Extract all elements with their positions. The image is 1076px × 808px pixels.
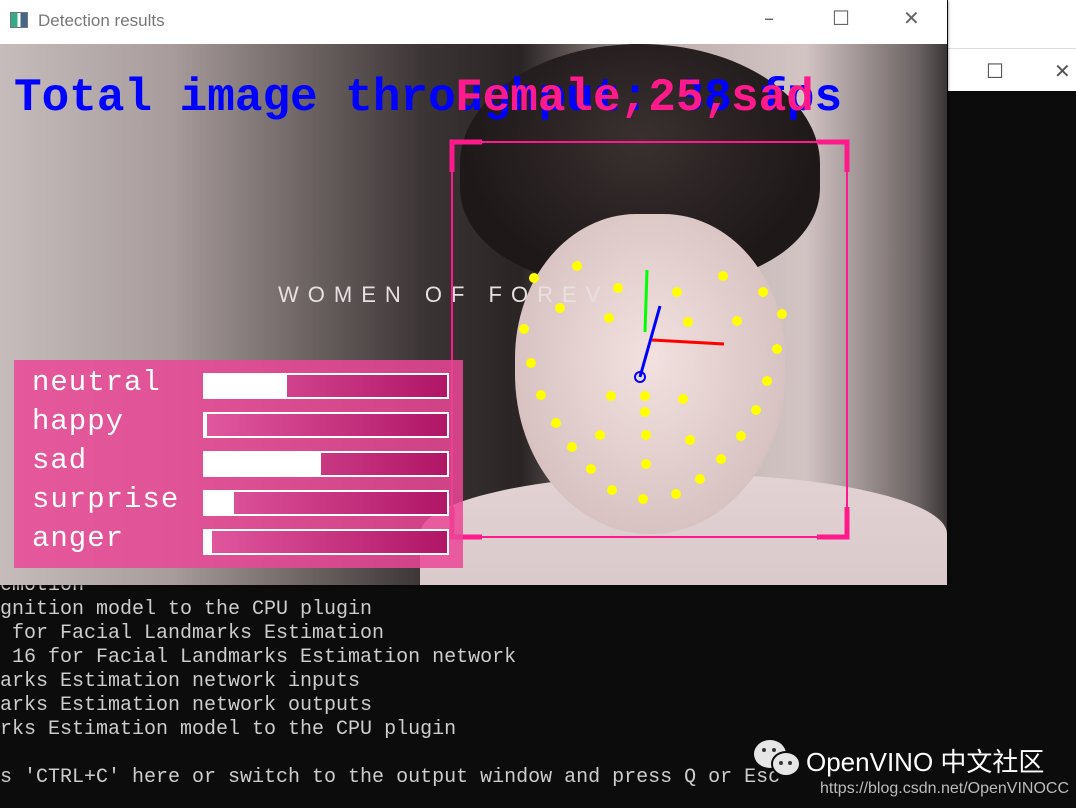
emotion-bar xyxy=(203,529,449,555)
minimize-button[interactable]: – xyxy=(764,6,774,30)
facial-landmark-point xyxy=(685,435,695,445)
emotion-label: surprise xyxy=(32,483,180,516)
console-line: for Facial Landmarks Estimation xyxy=(0,622,385,645)
facial-landmark-point xyxy=(732,316,742,326)
emotion-bar-fill xyxy=(205,414,208,436)
facial-landmark-point xyxy=(607,485,617,495)
facial-landmark-point xyxy=(536,390,546,400)
facial-landmark-point xyxy=(683,317,693,327)
console-line: arks Estimation network outputs xyxy=(0,694,373,717)
emotion-label: anger xyxy=(32,522,125,555)
head-pose-axis-x xyxy=(651,338,725,346)
emotion-bar xyxy=(203,490,449,516)
facial-landmark-point xyxy=(716,454,726,464)
facial-landmark-point xyxy=(604,313,614,323)
emotion-bar-fill xyxy=(205,375,288,397)
detection-results-window: Detection results – ☐ ✕ WOMEN OF FOREV T… xyxy=(0,0,947,585)
console-line: arks Estimation network inputs xyxy=(0,670,361,693)
video-frame: WOMEN OF FOREV Total image throughput: 3… xyxy=(0,44,947,585)
facial-landmark-point xyxy=(641,459,651,469)
watermark-name: OpenVINO 中文社区 xyxy=(806,747,1045,777)
facial-landmark-point xyxy=(572,261,582,271)
console-line: rks Estimation model to the CPU plugin xyxy=(0,718,457,741)
facial-landmark-point xyxy=(640,407,650,417)
emotion-bar-fill xyxy=(205,453,322,475)
facial-landmark-point xyxy=(758,287,768,297)
console-close-button[interactable]: ✕ xyxy=(1054,59,1071,83)
emotion-row-happy: happy xyxy=(32,403,462,442)
facial-landmark-point xyxy=(641,430,651,440)
facial-landmark-point xyxy=(606,391,616,401)
console-maximize-button[interactable]: ☐ xyxy=(986,59,1004,83)
watermark-url: https://blog.csdn.net/OpenVINOCC xyxy=(820,780,1070,797)
emotion-bar xyxy=(203,373,449,399)
face-box-corner xyxy=(817,507,850,540)
emotion-row-sad: sad xyxy=(32,442,462,481)
facial-landmark-point xyxy=(526,358,536,368)
emotion-row-surprise: surprise xyxy=(32,481,462,520)
facial-landmark-point xyxy=(736,431,746,441)
facial-landmark-point xyxy=(751,405,761,415)
facial-landmark-point xyxy=(638,494,648,504)
emotion-row-neutral: neutral xyxy=(32,364,462,403)
emotion-label: happy xyxy=(32,405,125,438)
watermark: OpenVINO 中文社区 https://blog.csdn.net/Open… xyxy=(752,738,1069,797)
facial-landmark-point xyxy=(613,283,623,293)
facial-landmark-point xyxy=(671,489,681,499)
emotion-bar-fill xyxy=(205,531,213,553)
emotion-bar xyxy=(203,451,449,477)
facial-landmark-point xyxy=(567,442,577,452)
app-icon xyxy=(10,12,28,28)
facial-landmark-point xyxy=(551,418,561,428)
console-titlebar xyxy=(948,0,1076,48)
facial-landmark-point xyxy=(555,303,565,313)
facial-landmark-point xyxy=(586,464,596,474)
face-box-corner xyxy=(817,139,850,172)
emotion-bar xyxy=(203,412,449,438)
close-button[interactable]: ✕ xyxy=(903,6,920,30)
emotion-panel: neutral happy sad surprise anger xyxy=(14,360,463,568)
facial-landmark-point xyxy=(529,273,539,283)
wechat-icon xyxy=(754,740,801,777)
maximize-button[interactable]: ☐ xyxy=(832,6,850,30)
facial-landmark-point xyxy=(678,394,688,404)
facial-landmark-point xyxy=(772,344,782,354)
console-window-controls: ☐ ✕ xyxy=(948,48,1076,91)
window-title: Detection results xyxy=(38,11,165,30)
emotion-bar-fill xyxy=(205,492,235,514)
facial-landmark-point xyxy=(777,309,787,319)
facial-landmark-point xyxy=(695,474,705,484)
facial-landmark-point xyxy=(519,324,529,334)
console-line: 16 for Facial Landmarks Estimation netwo… xyxy=(0,646,517,669)
emotion-label: sad xyxy=(32,444,88,477)
facial-landmark-point xyxy=(762,376,772,386)
console-line: gnition model to the CPU plugin xyxy=(0,598,373,621)
emotion-row-anger: anger xyxy=(32,520,462,559)
facial-landmark-point xyxy=(640,391,650,401)
facial-landmark-point xyxy=(718,271,728,281)
face-box-corner xyxy=(449,139,482,172)
emotion-label: neutral xyxy=(32,366,161,399)
titlebar: Detection results – ☐ ✕ xyxy=(0,0,947,45)
facial-landmark-point xyxy=(672,287,682,297)
face-attributes-label: Female,25,sad xyxy=(455,72,814,124)
head-pose-axis-y xyxy=(643,269,649,333)
facial-landmark-point xyxy=(595,430,605,440)
